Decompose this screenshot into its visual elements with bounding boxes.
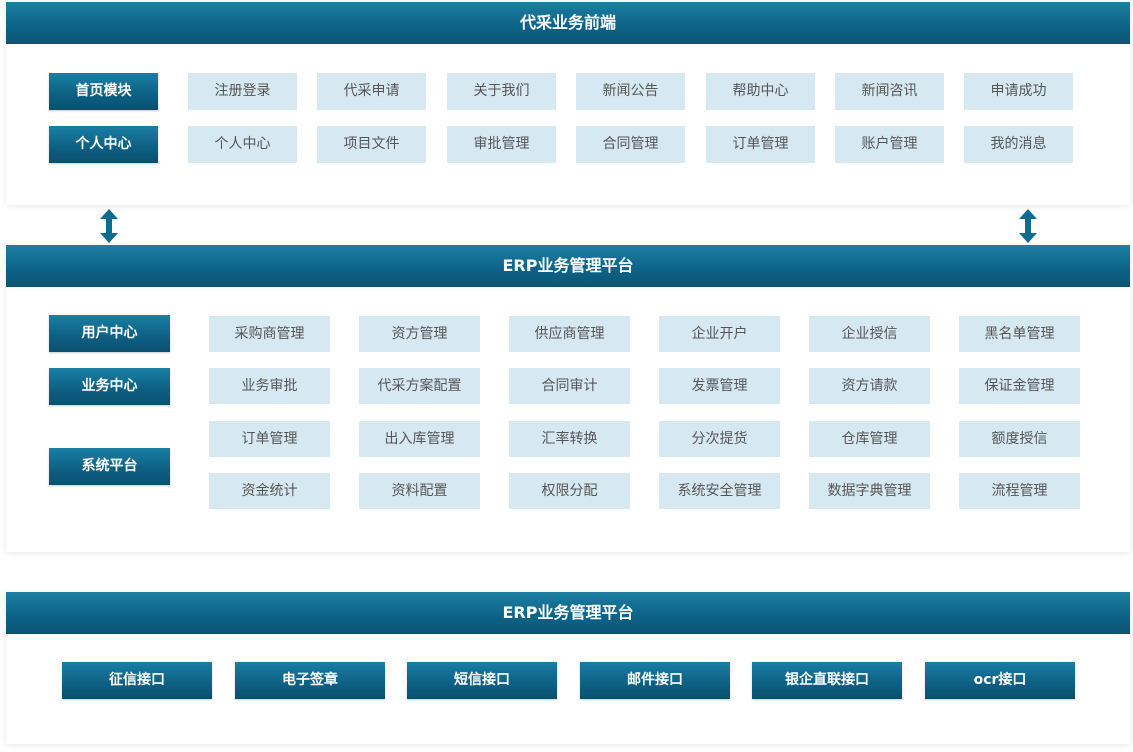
frontend-item[interactable]: 审批管理 <box>447 126 556 163</box>
interfaces-panel-title: ERP业务管理平台 <box>6 592 1130 634</box>
double-arrow-icon <box>1019 209 1037 243</box>
frontend-item[interactable]: 我的消息 <box>964 126 1073 163</box>
interface-bank-direct[interactable]: 银企直联接口 <box>752 662 902 699</box>
category-homepage-module[interactable]: 首页模块 <box>49 73 158 110</box>
interface-credit[interactable]: 征信接口 <box>62 662 212 699</box>
erp-module[interactable]: 保证金管理 <box>959 368 1080 404</box>
frontend-item[interactable]: 新闻公告 <box>576 73 685 110</box>
interfaces-panel: ERP业务管理平台 征信接口 电子签章 短信接口 邮件接口 银企直联接口 ocr… <box>6 592 1130 744</box>
erp-module[interactable]: 系统安全管理 <box>659 473 780 509</box>
frontend-item[interactable]: 新闻咨讯 <box>835 73 944 110</box>
erp-module[interactable]: 资料配置 <box>359 473 480 509</box>
frontend-item[interactable]: 合同管理 <box>576 126 685 163</box>
erp-module[interactable]: 订单管理 <box>209 421 330 457</box>
frontend-item[interactable]: 代采申请 <box>317 73 426 110</box>
frontend-item[interactable]: 订单管理 <box>706 126 815 163</box>
erp-module[interactable]: 黑名单管理 <box>959 316 1080 352</box>
frontend-panel: 代采业务前端 首页模块 个人中心 注册登录 代采申请 关于我们 新闻公告 帮助中… <box>6 2 1130 205</box>
erp-module[interactable]: 合同审计 <box>509 368 630 404</box>
erp-panel: ERP业务管理平台 用户中心 业务中心 系统平台 采购商管理 资方管理 供应商管… <box>6 245 1130 552</box>
erp-module[interactable]: 企业开户 <box>659 316 780 352</box>
frontend-item[interactable]: 关于我们 <box>447 73 556 110</box>
frontend-item[interactable]: 账户管理 <box>835 126 944 163</box>
interface-sms[interactable]: 短信接口 <box>407 662 557 699</box>
double-arrow-icon <box>100 209 118 243</box>
erp-module[interactable]: 业务审批 <box>209 368 330 404</box>
frontend-item[interactable]: 申请成功 <box>964 73 1073 110</box>
erp-module[interactable]: 仓库管理 <box>809 421 930 457</box>
interface-ocr[interactable]: ocr接口 <box>925 662 1075 699</box>
erp-module[interactable]: 额度授信 <box>959 421 1080 457</box>
frontend-item[interactable]: 帮助中心 <box>706 73 815 110</box>
erp-module[interactable]: 资金统计 <box>209 473 330 509</box>
erp-module[interactable]: 企业授信 <box>809 316 930 352</box>
category-system-platform[interactable]: 系统平台 <box>49 448 170 485</box>
erp-module[interactable]: 分次提货 <box>659 421 780 457</box>
frontend-panel-title: 代采业务前端 <box>6 2 1130 44</box>
erp-module[interactable]: 发票管理 <box>659 368 780 404</box>
erp-module[interactable]: 数据字典管理 <box>809 473 930 509</box>
interface-email[interactable]: 邮件接口 <box>580 662 730 699</box>
erp-module[interactable]: 供应商管理 <box>509 316 630 352</box>
erp-module[interactable]: 资方请款 <box>809 368 930 404</box>
category-personal-center[interactable]: 个人中心 <box>49 126 158 163</box>
frontend-item[interactable]: 项目文件 <box>317 126 426 163</box>
interface-e-signature[interactable]: 电子签章 <box>235 662 385 699</box>
erp-module[interactable]: 资方管理 <box>359 316 480 352</box>
erp-module[interactable]: 出入库管理 <box>359 421 480 457</box>
erp-panel-title: ERP业务管理平台 <box>6 245 1130 287</box>
frontend-item[interactable]: 个人中心 <box>188 126 297 163</box>
erp-module[interactable]: 代采方案配置 <box>359 368 480 404</box>
erp-module[interactable]: 采购商管理 <box>209 316 330 352</box>
erp-module[interactable]: 权限分配 <box>509 473 630 509</box>
erp-module[interactable]: 流程管理 <box>959 473 1080 509</box>
frontend-item[interactable]: 注册登录 <box>188 73 297 110</box>
category-business-center[interactable]: 业务中心 <box>49 368 170 405</box>
category-user-center[interactable]: 用户中心 <box>49 315 170 352</box>
erp-module[interactable]: 汇率转换 <box>509 421 630 457</box>
